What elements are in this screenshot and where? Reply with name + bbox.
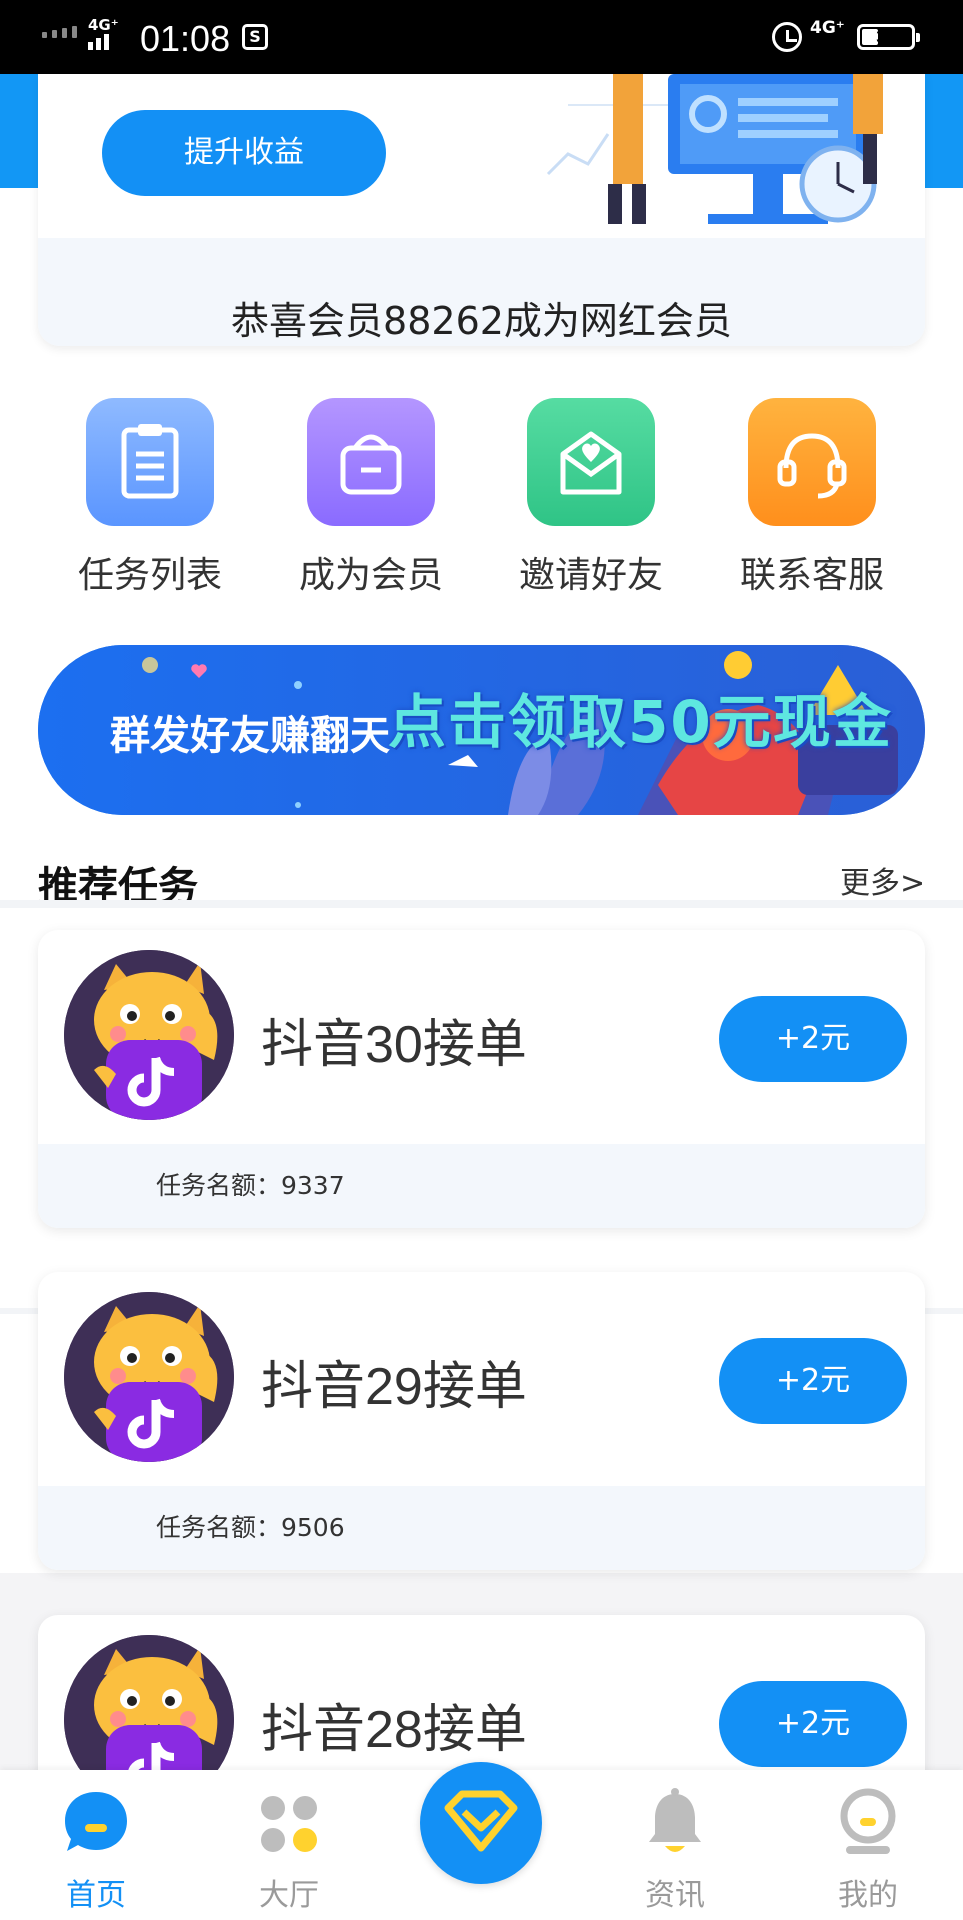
battery-level: 34 [875, 27, 897, 47]
clipboard-icon [86, 398, 214, 526]
nav-label-news: 资讯 [645, 1878, 705, 1913]
quick-label-become-member: 成为会员 [298, 555, 443, 596]
battery-icon: 34 [857, 24, 920, 50]
douyin-cat-avatar [64, 950, 234, 1120]
task-reward-button[interactable]: +2元 [719, 1681, 907, 1767]
task-card[interactable]: 抖音29接单 +2元 任务名额：9506 [38, 1272, 925, 1570]
chat-bubble-icon [65, 1792, 127, 1851]
office-illustration [546, 74, 883, 224]
notification-icon: S [242, 24, 268, 50]
nav-label-hall: 大厅 [259, 1878, 319, 1913]
headset-icon [748, 398, 876, 526]
task-quota: 任务名额：9506 [156, 1513, 345, 1542]
quick-item-become-member[interactable]: 成为会员 [281, 398, 461, 598]
task-reward-button[interactable]: +2元 [719, 1338, 907, 1424]
nav-home[interactable]: 首页 [16, 1770, 176, 1920]
section-divider [0, 900, 963, 908]
douyin-cat-avatar [64, 1292, 234, 1462]
profile-icon [840, 1788, 896, 1854]
earnings-card: 提升收益 恭喜会员88262成为网红会员 [38, 74, 925, 346]
quick-label-customer-service: 联系客服 [739, 555, 884, 596]
notice-bar: 恭喜会员88262成为网红会员 [38, 238, 925, 346]
alarm-icon [772, 22, 802, 52]
more-link[interactable]: 更多> [840, 858, 925, 902]
shopping-bag-icon [307, 398, 435, 526]
nav-center-member[interactable] [420, 1762, 542, 1884]
quick-item-customer-service[interactable]: 联系客服 [722, 398, 902, 598]
banner-text-right: 点击领取50元现金 [388, 688, 893, 756]
dots-grid-icon [261, 1796, 317, 1852]
task-quota: 任务名额：9337 [156, 1171, 345, 1200]
nav-hall[interactable]: 大厅 [209, 1770, 369, 1920]
member-notice-text: 恭喜会员88262成为网红会员 [231, 299, 732, 343]
nav-news[interactable]: 资讯 [595, 1770, 755, 1920]
status-time: 01:08 [140, 18, 231, 59]
quick-label-invite-friends: 邀请好友 [518, 555, 663, 596]
bottom-nav: 首页 大厅 资讯 我的 [0, 1762, 963, 1920]
network-type-label-right: 4G⁺ [810, 18, 845, 38]
task-name: 抖音28接单 [261, 1701, 527, 1759]
cell-signal-icon [88, 34, 109, 50]
quick-actions: 任务列表 成为会员 邀请好友 联系客服 [0, 398, 963, 598]
bell-icon [649, 1788, 701, 1852]
task-reward-button[interactable]: +2元 [719, 996, 907, 1082]
banner-text-left: 群发好友赚翻天 [110, 713, 390, 759]
quick-item-invite-friends[interactable]: 邀请好友 [501, 398, 681, 598]
task-name: 抖音30接单 [261, 1016, 527, 1074]
signal-strength-icon [42, 26, 77, 38]
nav-mine[interactable]: 我的 [788, 1770, 948, 1920]
heart-envelope-icon [527, 398, 655, 526]
task-name: 抖音29接单 [261, 1358, 527, 1416]
nav-label-home: 首页 [66, 1878, 126, 1913]
task-card[interactable]: 抖音30接单 +2元 任务名额：9337 [38, 930, 925, 1228]
task-footer: 任务名额：9337 [38, 1144, 925, 1228]
upgrade-earnings-button[interactable]: 提升收益 [102, 110, 386, 196]
promo-banner[interactable]: 群发好友赚翻天 点击领取50元现金 [38, 645, 925, 815]
quick-item-task-list[interactable]: 任务列表 [60, 398, 240, 598]
nav-label-mine: 我的 [838, 1878, 898, 1913]
task-footer: 任务名额：9506 [38, 1486, 925, 1570]
network-type-label: 4G⁺ [88, 16, 119, 34]
quick-label-task-list: 任务列表 [77, 555, 222, 596]
status-bar: 4G⁺ 01:08 S 4G⁺ 34 [0, 0, 963, 74]
diamond-icon [444, 1790, 518, 1852]
